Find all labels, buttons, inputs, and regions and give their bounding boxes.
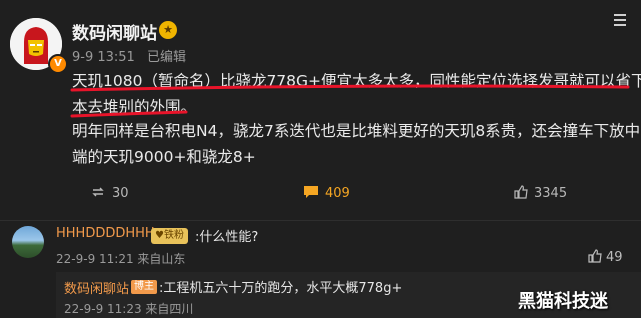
reply-text: :工程机五六十万的跑分，水平大概778g+ [159, 281, 403, 296]
comment-count: 409 [325, 186, 350, 201]
comment-button[interactable]: 409 [303, 185, 350, 201]
comment-like-count: 49 [606, 250, 623, 265]
reply-meta: 22-9-9 11:23 来自四川 [64, 302, 194, 316]
comment-text: :什么性能? [195, 230, 259, 245]
comment-avatar[interactable] [12, 226, 44, 258]
comment-icon [304, 186, 318, 198]
like-count: 3345 [534, 186, 568, 201]
op-badge: 博主 [131, 280, 157, 294]
fan-badge: ♥铁粉 [151, 228, 188, 244]
fan-badge-label: 铁粉 [163, 230, 184, 241]
comment-username[interactable]: HHHDDDDHHH [56, 226, 155, 241]
comment-meta: 22-9-9 11:21 来自山东 [56, 252, 186, 266]
repost-count: 30 [112, 186, 129, 201]
thumbs-up-icon [588, 249, 602, 263]
like-button[interactable]: 3345 [514, 185, 567, 201]
divider [0, 220, 641, 221]
thumbs-up-icon [514, 185, 528, 199]
reply-username[interactable]: 数码闲聊站 [64, 278, 129, 297]
watermark: 黑猫科技迷 [518, 291, 608, 312]
repost-button[interactable]: 30 [90, 185, 129, 201]
repost-icon [92, 187, 104, 197]
red-underline-annotation [70, 84, 630, 118]
comment-like-button[interactable]: 49 [588, 249, 623, 265]
